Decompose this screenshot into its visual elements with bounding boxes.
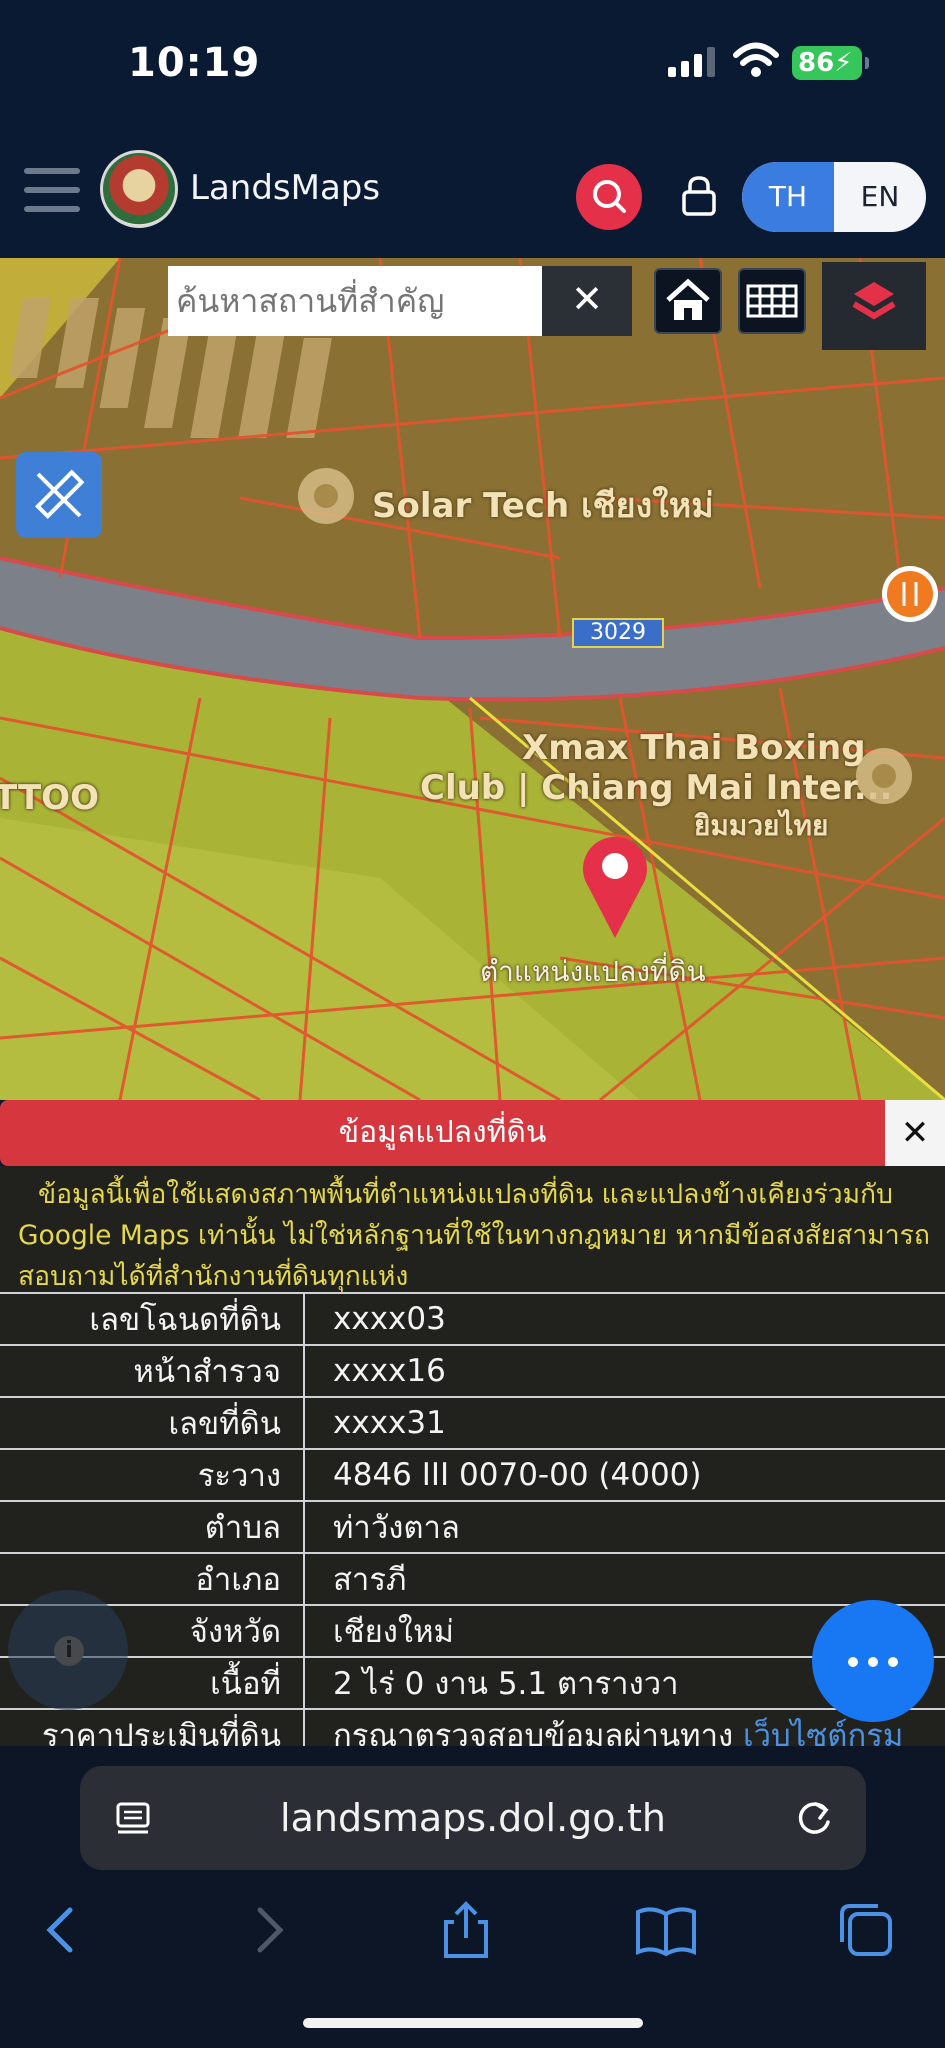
measure-tool-button[interactable] bbox=[16, 452, 102, 538]
search-button[interactable] bbox=[576, 164, 642, 230]
battery-icon: 86⚡ bbox=[792, 46, 869, 80]
lang-en-option[interactable]: EN bbox=[834, 162, 926, 232]
table-row: จังหวัด เชียงใหม่ bbox=[0, 1604, 945, 1657]
pin-caption: ตำแหน่งแปลงที่ดิน bbox=[480, 955, 706, 988]
back-icon[interactable] bbox=[30, 1898, 94, 1962]
search-icon bbox=[593, 180, 626, 213]
lock-icon[interactable] bbox=[680, 174, 718, 218]
battery-level: 86 bbox=[798, 48, 835, 78]
parcel-info-title: ข้อมูลแปลงที่ดิน bbox=[0, 1100, 885, 1166]
road-number-badge: 3029 bbox=[572, 618, 664, 648]
layers-button[interactable] bbox=[822, 262, 926, 350]
poi-marker-icon[interactable] bbox=[294, 464, 358, 528]
poi-label-boxing-line3[interactable]: ยิมมวยไทย bbox=[694, 804, 828, 848]
place-search-input[interactable] bbox=[168, 266, 542, 336]
row-label: เลขที่ดิน bbox=[0, 1396, 305, 1449]
url-text[interactable]: landsmaps.dol.go.th bbox=[80, 1766, 866, 1870]
row-label: ระวาง bbox=[0, 1448, 305, 1501]
reload-icon[interactable] bbox=[792, 1796, 836, 1840]
address-bar[interactable]: landsmaps.dol.go.th bbox=[80, 1766, 866, 1870]
poi-marker-icon[interactable] bbox=[852, 744, 916, 808]
row-value: 4846 III 0070-00 (4000) bbox=[304, 1448, 945, 1501]
charging-bolt-icon: ⚡ bbox=[834, 48, 853, 78]
table-row: เลขที่ดิน xxxx31 bbox=[0, 1396, 945, 1449]
hamburger-menu-icon[interactable] bbox=[24, 168, 80, 212]
poi-label-boxing-line1[interactable]: Xmax Thai Boxing bbox=[522, 728, 866, 768]
home-indicator[interactable] bbox=[303, 2018, 643, 2028]
home-view-button[interactable] bbox=[654, 268, 722, 334]
status-bar: 10:19 86⚡ bbox=[0, 0, 945, 130]
table-row: ระวาง 4846 III 0070-00 (4000) bbox=[0, 1448, 945, 1501]
language-toggle[interactable]: TH EN bbox=[742, 162, 926, 232]
restaurant-marker-icon[interactable] bbox=[880, 564, 940, 624]
wifi-icon bbox=[733, 42, 779, 77]
status-time: 10:19 bbox=[128, 40, 261, 86]
row-value: xxxx16 bbox=[304, 1344, 945, 1397]
grid-layer-button[interactable] bbox=[738, 268, 806, 334]
location-pin-icon[interactable] bbox=[576, 830, 654, 940]
row-label: ตำบล bbox=[0, 1500, 305, 1553]
parcel-info-table: เลขโฉนดที่ดิน xxxx03 หน้าสำรวจ xxxx16 เลขท… bbox=[0, 1292, 945, 1760]
poi-label-partial[interactable]: TTOO bbox=[0, 778, 99, 818]
info-icon: i bbox=[54, 1636, 84, 1666]
row-value: สารภี bbox=[304, 1552, 945, 1605]
lang-th-option[interactable]: TH bbox=[742, 162, 834, 232]
tabs-icon[interactable] bbox=[834, 1898, 898, 1962]
parcel-info-panel: ข้อมูลนี้เพื่อใช้แสดงสภาพพื้นที่ตำแหน่งแ… bbox=[0, 1166, 945, 1760]
app-title: LandsMaps bbox=[190, 168, 381, 208]
ruler-pencil-icon bbox=[34, 469, 85, 520]
poi-label-solar[interactable]: Solar Tech เชียงใหม่ bbox=[372, 478, 714, 532]
row-value: xxxx03 bbox=[304, 1292, 945, 1345]
table-row: หน้าสำรวจ xxxx16 bbox=[0, 1344, 945, 1397]
table-row: อำเภอ สารภี bbox=[0, 1552, 945, 1605]
app-header: LandsMaps TH EN bbox=[0, 130, 945, 258]
share-icon[interactable] bbox=[434, 1898, 498, 1962]
row-label: เลขโฉนดที่ดิน bbox=[0, 1292, 305, 1345]
row-label: หน้าสำรวจ bbox=[0, 1344, 305, 1397]
browser-toolbar: landsmaps.dol.go.th bbox=[0, 1746, 945, 2048]
more-options-button[interactable] bbox=[812, 1600, 934, 1722]
clear-search-button[interactable]: ✕ bbox=[542, 266, 632, 336]
table-row: เนื้อที่ 2 ไร่ 0 งาน 5.1 ตารางวา bbox=[0, 1656, 945, 1709]
row-value: xxxx31 bbox=[304, 1396, 945, 1449]
disclaimer-text: ข้อมูลนี้เพื่อใช้แสดงสภาพพื้นที่ตำแหน่งแ… bbox=[18, 1179, 930, 1292]
home-icon bbox=[666, 278, 710, 320]
cellular-signal-icon bbox=[668, 47, 715, 77]
poi-label-boxing-line2[interactable]: Club | Chiang Mai Inter... bbox=[420, 768, 892, 808]
layers-icon bbox=[852, 282, 896, 320]
bookmarks-icon[interactable] bbox=[634, 1898, 698, 1962]
grid-icon bbox=[746, 284, 798, 318]
close-panel-button[interactable]: ✕ bbox=[885, 1100, 945, 1166]
table-row: ตำบล ท่าวังตาล bbox=[0, 1500, 945, 1553]
department-seal-logo[interactable] bbox=[100, 150, 178, 228]
forward-icon[interactable] bbox=[236, 1898, 300, 1962]
map-view[interactable]: ✕ Solar Tec bbox=[0, 258, 945, 1100]
table-row: เลขโฉนดที่ดิน xxxx03 bbox=[0, 1292, 945, 1345]
info-button[interactable]: i bbox=[8, 1590, 128, 1710]
satellite-map-layer bbox=[0, 258, 945, 1100]
row-value: ท่าวังตาล bbox=[304, 1500, 945, 1553]
